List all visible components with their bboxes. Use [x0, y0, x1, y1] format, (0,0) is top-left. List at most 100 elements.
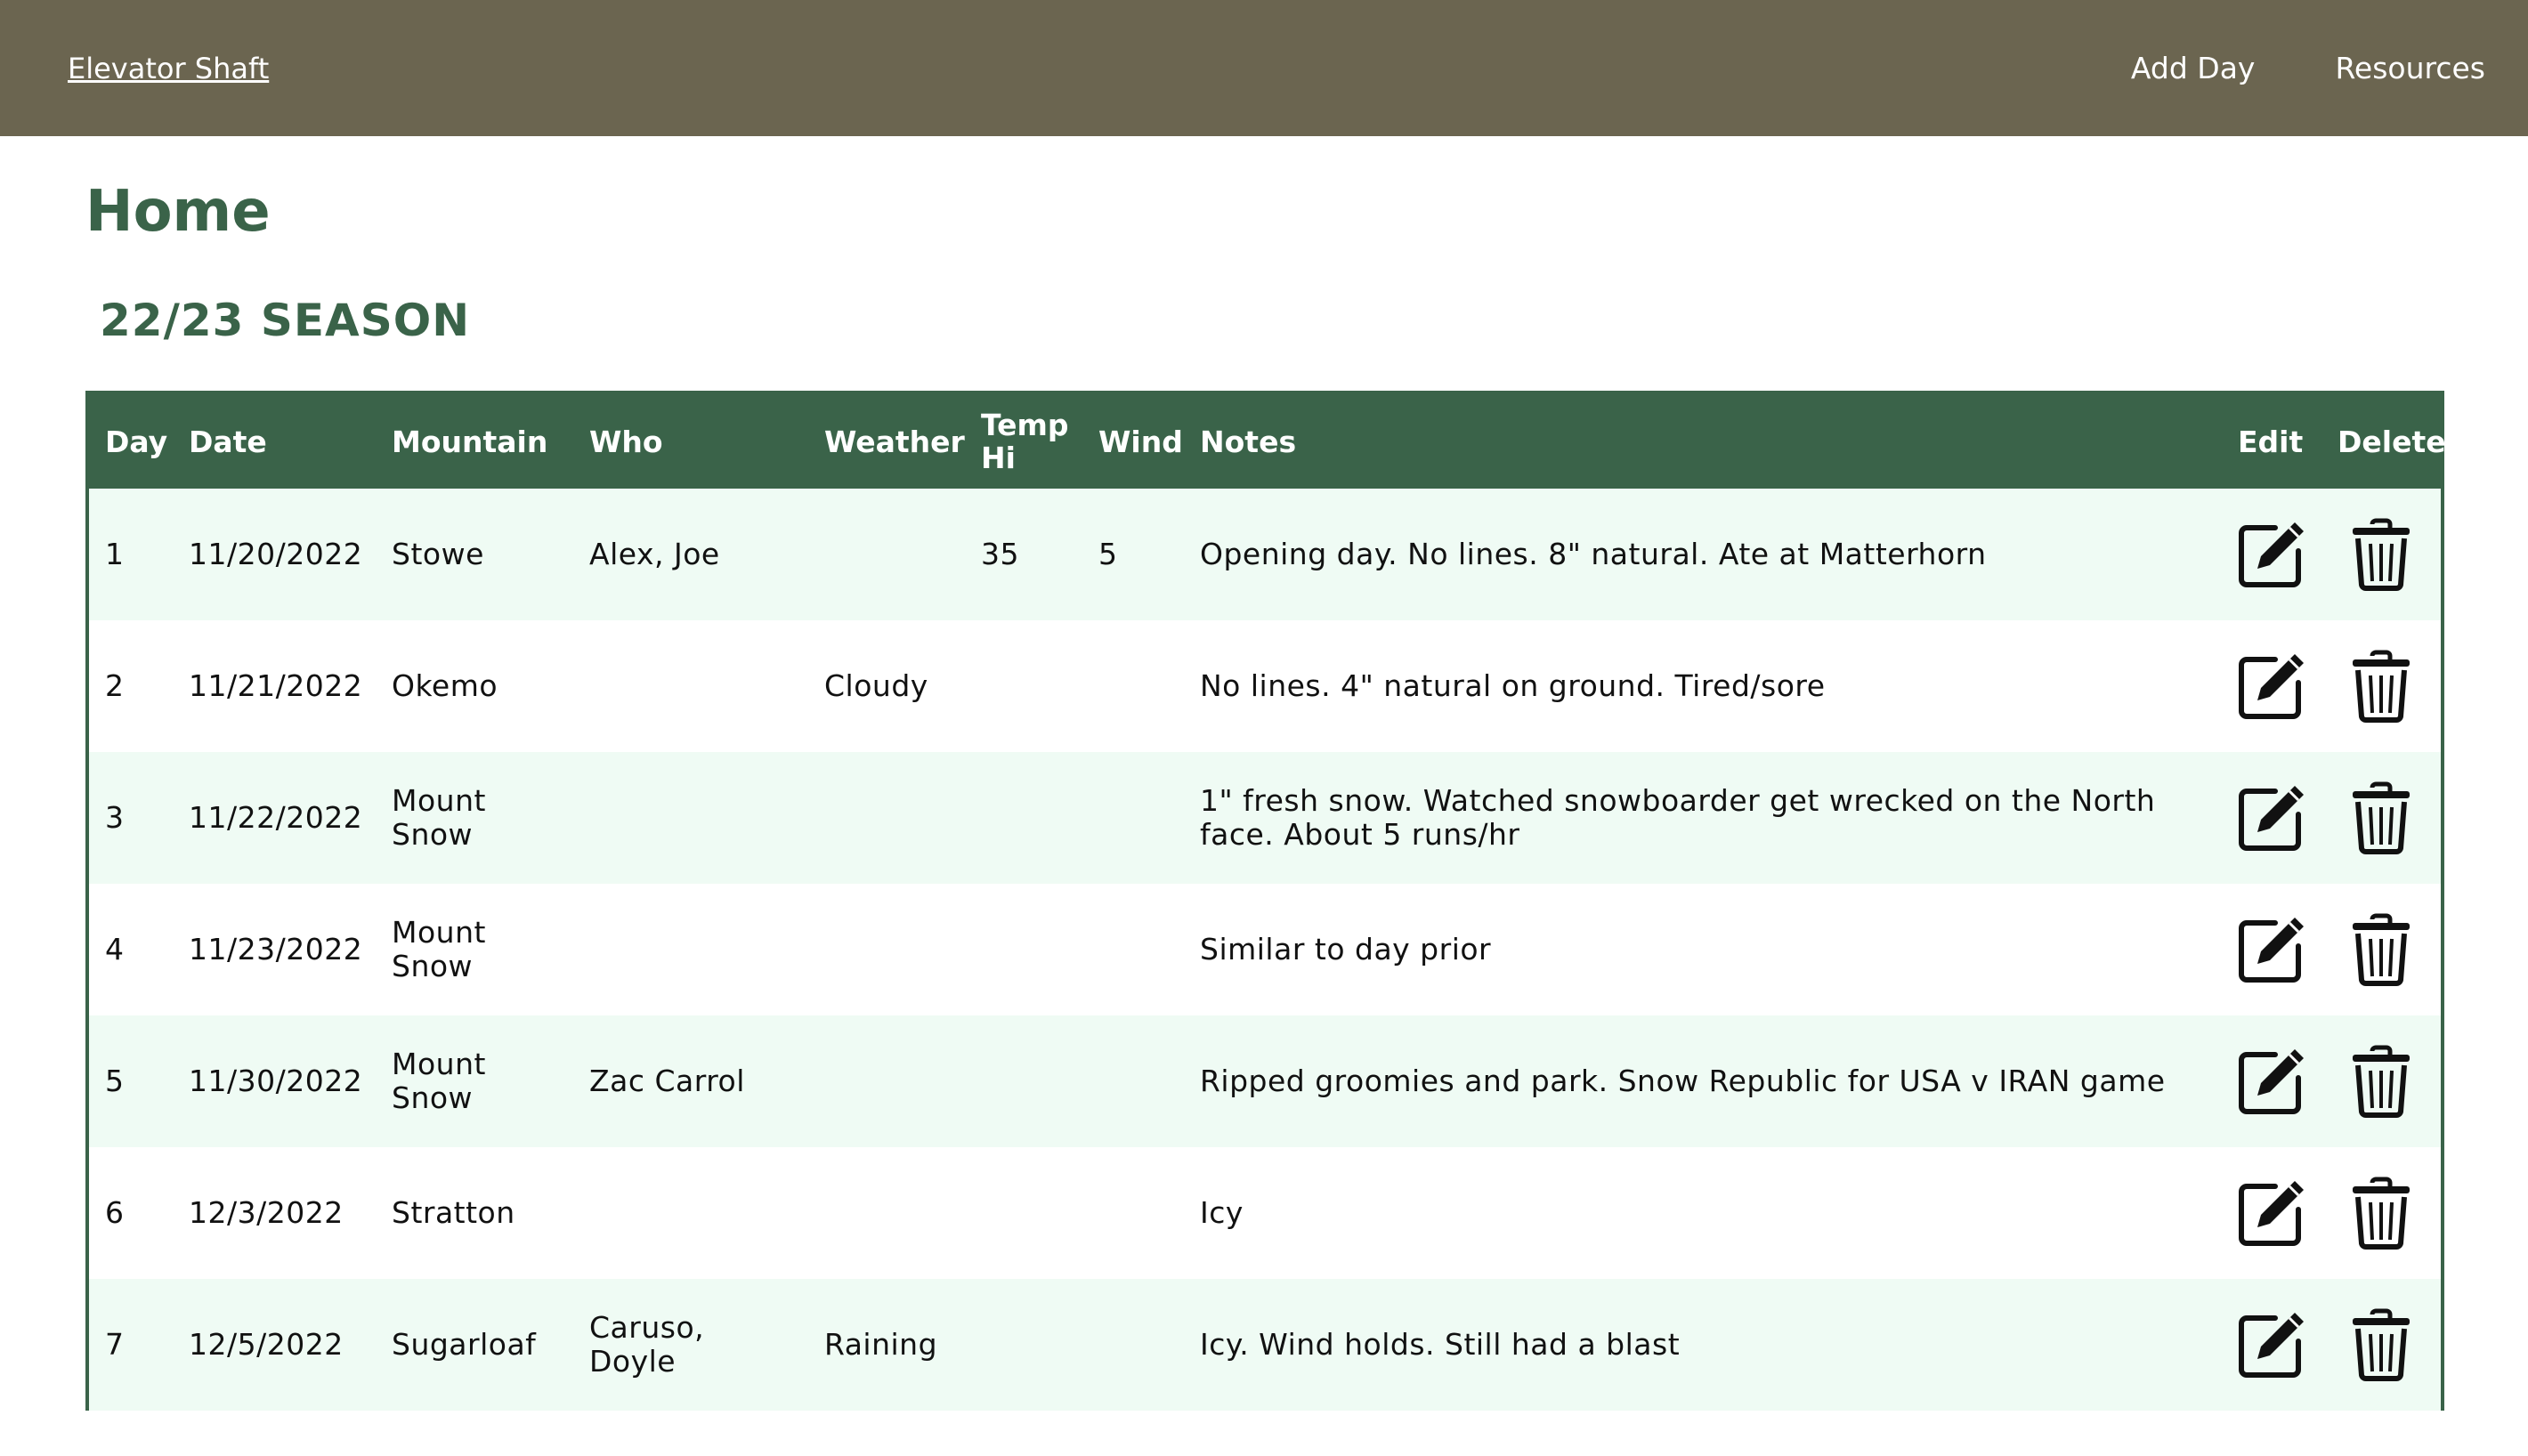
cell-edit — [2222, 1147, 2321, 1279]
cell-weather — [808, 489, 965, 620]
cell-wind: 5 — [1098, 537, 1118, 571]
cell-mountain: Sugarloaf — [392, 1327, 537, 1362]
col-header-notes: Notes — [1200, 424, 1297, 459]
cell-mountain: Stowe — [392, 537, 484, 571]
cell-delete — [2321, 1279, 2441, 1411]
cell-date: 11/22/2022 — [189, 800, 363, 835]
table-row: 2 11/21/2022 Okemo Cloudy No lines. 4" n… — [89, 620, 2441, 752]
col-header-weather: Weather — [824, 424, 965, 459]
cell-notes: Opening day. No lines. 8" natural. Ate a… — [1200, 537, 1987, 571]
cell-temp-hi — [965, 1015, 1082, 1147]
cell-weather: Raining — [824, 1327, 938, 1362]
trash-can-icon[interactable] — [2349, 1307, 2413, 1382]
col-header-who: Who — [589, 424, 663, 459]
cell-weather — [808, 884, 965, 1015]
cell-delete — [2321, 1015, 2441, 1147]
trash-can-icon[interactable] — [2349, 517, 2413, 592]
brand-link[interactable]: Elevator Shaft — [68, 52, 269, 85]
cell-mountain: Stratton — [392, 1195, 515, 1230]
cell-wind — [1082, 1279, 1184, 1411]
edit-icon[interactable] — [2236, 1309, 2307, 1380]
trash-can-icon[interactable] — [2349, 649, 2413, 724]
cell-delete — [2321, 620, 2441, 752]
cell-date: 12/5/2022 — [189, 1327, 344, 1362]
cell-delete — [2321, 884, 2441, 1015]
cell-day: 5 — [105, 1064, 125, 1098]
cell-day: 6 — [105, 1195, 125, 1230]
table-row: 6 12/3/2022 Stratton Icy — [89, 1147, 2441, 1279]
cell-weather — [808, 1015, 965, 1147]
cell-notes: Icy. Wind holds. Still had a blast — [1200, 1327, 1681, 1362]
cell-day: 3 — [105, 800, 125, 835]
cell-temp-hi — [965, 620, 1082, 752]
nav-resources[interactable]: Resources — [2276, 51, 2507, 85]
cell-notes: Icy — [1200, 1195, 1244, 1230]
cell-mountain: Mount Snow — [392, 915, 486, 983]
cell-wind — [1082, 1147, 1184, 1279]
cell-temp-hi — [965, 884, 1082, 1015]
table-row: 7 12/5/2022 Sugarloaf Caruso, Doyle Rain… — [89, 1279, 2441, 1411]
cell-who — [573, 884, 808, 1015]
cell-date: 12/3/2022 — [189, 1195, 344, 1230]
cell-date: 11/21/2022 — [189, 668, 363, 703]
col-header-date: Date — [189, 424, 267, 459]
table-row: 5 11/30/2022 Mount Snow Zac Carrol Rippe… — [89, 1015, 2441, 1147]
top-navbar: Elevator Shaft Add Day Resources — [0, 0, 2528, 136]
cell-who: Alex, Joe — [589, 537, 720, 571]
page-title: Home — [85, 179, 271, 245]
cell-temp-hi: 35 — [981, 537, 1019, 571]
cell-date: 11/23/2022 — [189, 932, 363, 967]
cell-day: 7 — [105, 1327, 125, 1362]
nav-add-day[interactable]: Add Day — [2072, 51, 2277, 85]
edit-icon[interactable] — [2236, 1177, 2307, 1249]
cell-notes: Similar to day prior — [1200, 932, 1492, 967]
cell-notes: Ripped groomies and park. Snow Republic … — [1200, 1064, 2166, 1098]
cell-who — [573, 752, 808, 884]
table-row: 3 11/22/2022 Mount Snow 1" fresh snow. W… — [89, 752, 2441, 884]
cell-mountain: Okemo — [392, 668, 498, 703]
edit-icon[interactable] — [2236, 651, 2307, 722]
cell-temp-hi — [965, 752, 1082, 884]
edit-icon[interactable] — [2236, 1046, 2307, 1117]
cell-who: Zac Carrol — [589, 1064, 745, 1098]
cell-date: 11/30/2022 — [189, 1064, 363, 1098]
col-header-delete: Delete — [2338, 424, 2446, 459]
edit-icon[interactable] — [2236, 782, 2307, 853]
edit-icon[interactable] — [2236, 519, 2307, 590]
cell-edit — [2222, 1279, 2321, 1411]
cell-notes: 1" fresh snow. Watched snowboarder get w… — [1200, 783, 2156, 852]
cell-day: 4 — [105, 932, 125, 967]
cell-temp-hi — [965, 1279, 1082, 1411]
col-header-day: Day — [105, 424, 168, 459]
days-table-container: Day Date Mountain Who Weather Temp Hi Wi… — [85, 391, 2446, 1411]
cell-wind — [1082, 1015, 1184, 1147]
cell-notes: No lines. 4" natural on ground. Tired/so… — [1200, 668, 1826, 703]
trash-can-icon[interactable] — [2349, 1044, 2413, 1119]
cell-who — [573, 620, 808, 752]
cell-edit — [2222, 884, 2321, 1015]
cell-edit — [2222, 1015, 2321, 1147]
trash-can-icon[interactable] — [2349, 912, 2413, 987]
cell-day: 1 — [105, 537, 125, 571]
trash-can-icon[interactable] — [2349, 781, 2413, 855]
col-header-temp-hi: Temp Hi — [981, 408, 1069, 475]
season-title: 22/23 SEASON — [100, 295, 471, 346]
cell-wind — [1082, 752, 1184, 884]
trash-can-icon[interactable] — [2349, 1176, 2413, 1250]
cell-day: 2 — [105, 668, 125, 703]
cell-wind — [1082, 620, 1184, 752]
cell-mountain: Mount Snow — [392, 1047, 486, 1115]
cell-wind — [1082, 884, 1184, 1015]
cell-delete — [2321, 489, 2441, 620]
nav-links: Add Day Resources — [2072, 51, 2507, 85]
col-header-wind: Wind — [1098, 424, 1183, 459]
cell-delete — [2321, 752, 2441, 884]
cell-who: Caruso, Doyle — [589, 1310, 705, 1379]
edit-icon[interactable] — [2236, 914, 2307, 985]
table-header: Day Date Mountain Who Weather Temp Hi Wi… — [89, 394, 2446, 489]
cell-temp-hi — [965, 1147, 1082, 1279]
col-header-edit: Edit — [2238, 424, 2304, 459]
cell-weather — [808, 1147, 965, 1279]
days-table: Day Date Mountain Who Weather Temp Hi Wi… — [89, 394, 2446, 1411]
cell-mountain: Mount Snow — [392, 783, 486, 852]
